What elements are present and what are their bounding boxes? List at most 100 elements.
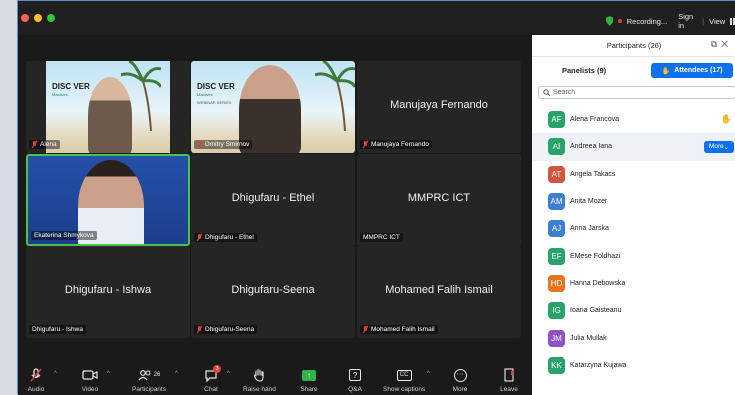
- discover-maldives-logo: DISC VER Maldives WEBINAR SERIES: [197, 82, 235, 106]
- video-tile-active-speaker[interactable]: Ekaterina Shmykova: [26, 154, 190, 246]
- video-options-caret-icon[interactable]: ^: [107, 371, 110, 377]
- muted-mic-icon: [197, 234, 202, 241]
- chat-options-caret-icon[interactable]: ^: [227, 371, 230, 377]
- logo-subtitle: Maldives: [52, 92, 68, 97]
- attendee-name: Julia Mullak: [570, 334, 607, 342]
- security-shield-icon[interactable]: [606, 16, 614, 26]
- participant-video: [88, 77, 132, 153]
- sign-in-link[interactable]: Sign in: [678, 12, 697, 30]
- participants-button[interactable]: 26 Participants: [132, 367, 166, 393]
- video-tile[interactable]: MMPRC ICT MMPRC ICT: [357, 154, 521, 246]
- attendee-row[interactable]: AJ Anna Jarska: [532, 215, 735, 242]
- close-icon[interactable]: ✕: [721, 39, 732, 49]
- participants-label: Participants: [132, 386, 166, 393]
- participant-name-label: Ekaterina Shmykova: [31, 231, 97, 240]
- video-tile[interactable]: Mohamed Falih Ismail Mohamed Falih Ismai…: [357, 246, 521, 338]
- video-tile[interactable]: DISC VER Maldives WEBINAR SERIES Dmitry …: [191, 61, 355, 153]
- share-button[interactable]: ↑ Share: [298, 367, 320, 393]
- palm-tree-icon: [315, 61, 355, 131]
- participant-name: MMPRC ICT: [407, 192, 471, 204]
- attendee-row[interactable]: EF EMese Foldhazi: [532, 242, 735, 269]
- muted-mic-icon: [197, 326, 202, 333]
- muted-microphone-icon: [25, 367, 47, 383]
- audio-options-caret-icon[interactable]: ^: [54, 371, 57, 377]
- video-tile[interactable]: Dhigufaru - Ethel Dhigufaru - Ethel: [191, 154, 355, 246]
- video-tile[interactable]: Dhigufaru - Ishwa Dhigufaru - Ishwa: [26, 246, 190, 338]
- video-gallery: DISC VER Maldives Alena DISC VER Maldive…: [18, 35, 532, 361]
- search-input[interactable]: Search: [538, 86, 735, 99]
- recording-status: Recording... Sign in | View: [606, 12, 735, 30]
- attendee-row[interactable]: AM Anita Mozer: [532, 188, 735, 215]
- qa-button[interactable]: ? Q&A: [344, 367, 366, 393]
- leave-label: Leave: [500, 386, 518, 393]
- raise-hand-icon: ✋: [661, 67, 671, 75]
- participants-icon: 26: [132, 367, 166, 383]
- discover-maldives-logo: DISC VER Maldives: [52, 83, 90, 99]
- audio-button[interactable]: Audio: [25, 367, 47, 393]
- more-options-icon: ···: [449, 367, 471, 383]
- participant-name-label: Manujaya Fernando: [360, 140, 432, 149]
- zoom-window: Recording... Sign in | View DISC VER Mal…: [17, 0, 735, 395]
- chat-icon: 3: [200, 365, 222, 383]
- panel-title: Participants (26): [606, 41, 662, 50]
- share-label: Share: [300, 386, 318, 393]
- participant-name-label: Dmitry Smirnov: [194, 140, 253, 149]
- attendee-row[interactable]: IG Ioana Gaisteanu: [532, 297, 735, 324]
- search-placeholder: Search: [553, 89, 576, 96]
- attendee-list: AF Alena Francova ✋ AI Andreea Iana More ⌄ AT A…: [532, 106, 735, 379]
- raised-hand-icon: ✋: [720, 114, 732, 125]
- attendee-name: Angela Takacs: [570, 170, 616, 178]
- attendee-row[interactable]: HD Hanna Debowska: [532, 270, 735, 297]
- participant-name: Mohamed Falih Ismail: [385, 284, 493, 296]
- muted-mic-icon: [363, 326, 368, 333]
- participants-count: 26: [153, 372, 161, 378]
- attendee-name: Andreea Iana: [570, 143, 613, 151]
- chat-unread-badge: 3: [213, 365, 221, 373]
- avatar: JM: [548, 329, 565, 347]
- participant-name: Dhigufaru-Seena: [231, 284, 315, 296]
- leave-button[interactable]: Leave: [498, 367, 520, 393]
- recording-dot-icon: [618, 19, 622, 23]
- grid-view-icon[interactable]: [730, 17, 735, 25]
- attendee-row[interactable]: KK Katarzyna Kujawa: [532, 352, 735, 379]
- show-captions-button[interactable]: CC Show captions: [383, 367, 425, 393]
- zoom-window-button[interactable]: [47, 14, 55, 22]
- video-tile[interactable]: Manujaya Fernando Manujaya Fernando: [357, 61, 521, 153]
- video-tile[interactable]: Dhigufaru-Seena Dhigufaru-Seena: [191, 246, 355, 338]
- tab-panelists[interactable]: Panelists (9): [562, 66, 606, 75]
- more-button[interactable]: ··· More: [449, 367, 471, 393]
- raise-hand-button[interactable]: Raise hand: [243, 367, 276, 393]
- qa-label: Q&A: [348, 386, 362, 393]
- raise-hand-icon: [248, 367, 270, 383]
- minimize-window-button[interactable]: [34, 14, 42, 22]
- participant-name-label: MMPRC ICT: [360, 233, 403, 242]
- video-button[interactable]: Video: [79, 367, 101, 393]
- audio-label: Audio: [27, 386, 45, 393]
- chat-button[interactable]: 3 Chat: [200, 365, 222, 393]
- attendee-row[interactable]: AT Angela Takacs: [532, 161, 735, 188]
- avatar: AM: [548, 193, 565, 211]
- closed-captions-icon: CC: [393, 367, 415, 383]
- muted-mic-icon: [363, 141, 368, 148]
- pop-out-icon[interactable]: ⧉: [711, 39, 721, 49]
- attendee-name: Alena Francova: [570, 116, 620, 124]
- avatar: EF: [548, 247, 565, 265]
- attendee-name: Hanna Debowska: [570, 279, 626, 287]
- raise-hand-label: Raise hand: [243, 386, 276, 393]
- captions-options-caret-icon[interactable]: ^: [427, 371, 430, 377]
- close-window-button[interactable]: [21, 14, 29, 22]
- participant-name: Dhigufaru - Ishwa: [64, 284, 152, 296]
- more-label: More: [452, 386, 468, 393]
- participants-options-caret-icon[interactable]: ^: [175, 371, 178, 377]
- logo-title: DISC VER: [52, 82, 90, 91]
- participant-tabs: Panelists (9) ✋ Attendees (17): [532, 63, 735, 79]
- view-button[interactable]: View: [709, 17, 725, 26]
- attendee-more-button[interactable]: More ⌄: [704, 140, 734, 153]
- attendee-row[interactable]: AF Alena Francova ✋: [532, 106, 735, 133]
- tab-attendees[interactable]: ✋ Attendees (17): [651, 63, 733, 78]
- attendee-row[interactable]: JM Julia Mullak: [532, 324, 735, 351]
- video-tile[interactable]: DISC VER Maldives Alena: [26, 61, 190, 153]
- recording-label: Recording...: [626, 16, 668, 26]
- attendee-row[interactable]: AI Andreea Iana More ⌄: [532, 133, 735, 161]
- muted-mic-icon: [32, 141, 37, 148]
